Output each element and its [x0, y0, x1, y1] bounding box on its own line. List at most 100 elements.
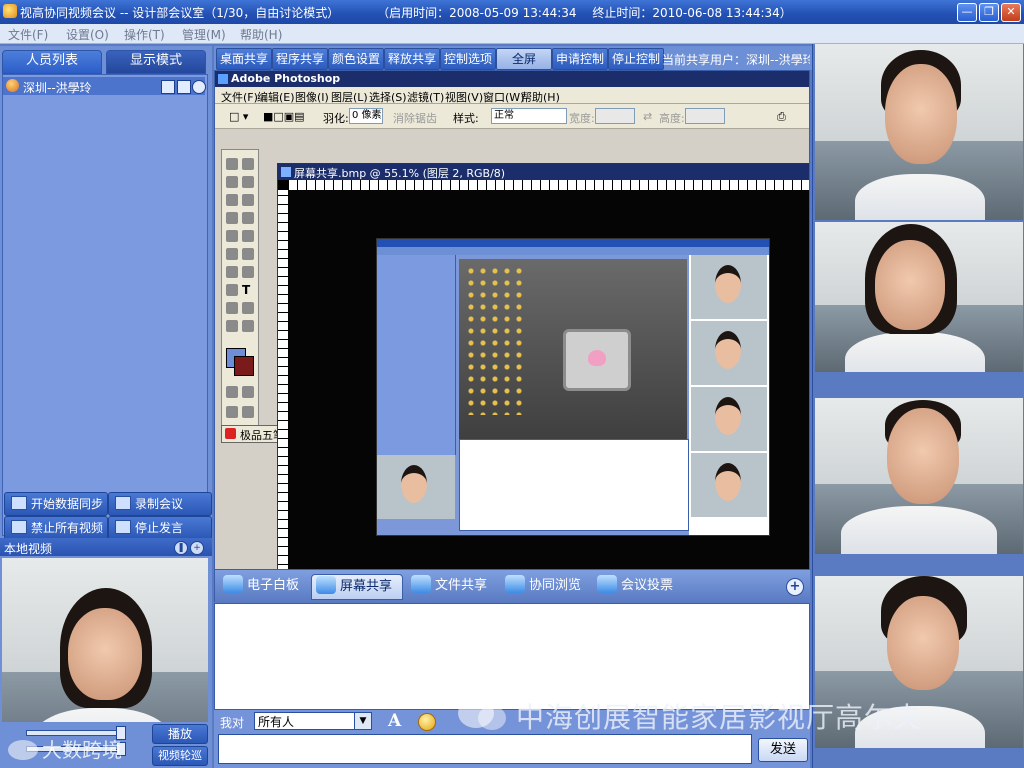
- heal-tool-icon[interactable]: [226, 212, 238, 224]
- blur-tool-icon[interactable]: [226, 266, 238, 278]
- ps-menu-item[interactable]: 选择(S): [369, 89, 407, 105]
- recipient-select[interactable]: 所有人 ▼: [254, 712, 372, 730]
- document-window[interactable]: 屏幕共享.bmp @ 55.1% (图层 2, RGB/8): [277, 163, 809, 569]
- marquee-icon[interactable]: □ ▾: [229, 110, 248, 123]
- control-options-button[interactable]: 控制选项: [440, 48, 496, 70]
- pen-tool-icon[interactable]: [226, 302, 238, 314]
- menu-settings[interactable]: 设置(O): [66, 26, 109, 43]
- shape-tool-icon[interactable]: [242, 302, 254, 314]
- send-button[interactable]: 发送: [758, 738, 808, 762]
- ps-menu-item[interactable]: 图像(I): [295, 89, 329, 105]
- style-select[interactable]: 正常: [491, 108, 567, 124]
- add-tab-icon[interactable]: +: [786, 578, 804, 596]
- local-video-label: 本地视频: [4, 542, 53, 556]
- selection-mode-icons[interactable]: ■□▣▤: [263, 110, 305, 123]
- brush-tool-icon[interactable]: [242, 212, 254, 224]
- fullscreen-mode-icon[interactable]: [242, 406, 254, 418]
- start-data-sync-button[interactable]: 开始数据同步: [4, 492, 108, 516]
- stop-speaking-button[interactable]: 停止发言: [108, 516, 212, 540]
- screen-icon[interactable]: [161, 80, 175, 94]
- message-input[interactable]: [218, 734, 752, 764]
- ps-menu-item[interactable]: 窗口(W): [483, 89, 524, 105]
- minimize-icon[interactable]: —: [957, 3, 977, 22]
- menu-file[interactable]: 文件(F): [8, 26, 48, 43]
- ps-menu-item[interactable]: 视图(V): [445, 89, 483, 105]
- path-select-tool-icon[interactable]: [226, 284, 238, 296]
- slice-tool-icon[interactable]: [242, 194, 254, 206]
- standard-mode-icon[interactable]: [242, 386, 254, 398]
- sync-icon: [11, 496, 27, 510]
- background-color-swatch[interactable]: [234, 356, 254, 376]
- restore-icon[interactable]: ❐: [979, 3, 999, 22]
- font-icon[interactable]: A: [388, 711, 401, 731]
- list-item[interactable]: 深圳--洪學玲: [3, 77, 206, 95]
- tab-file-share[interactable]: 文件共享: [407, 574, 497, 598]
- request-control-button[interactable]: 申请控制: [552, 48, 608, 70]
- tab-vote[interactable]: 会议投票: [593, 574, 683, 598]
- microphone-icon[interactable]: [177, 80, 191, 94]
- move-tool-icon[interactable]: [242, 158, 254, 170]
- menu-manage[interactable]: 管理(M): [182, 26, 226, 43]
- ps-menu-item[interactable]: 编辑(E): [257, 89, 295, 105]
- tab-cobrowse[interactable]: 协同浏览: [501, 574, 591, 598]
- style-label: 样式:: [453, 112, 479, 125]
- lasso-tool-icon[interactable]: [226, 176, 238, 188]
- print-icon[interactable]: ⎙: [777, 110, 786, 124]
- close-icon[interactable]: ✕: [1001, 3, 1021, 22]
- menu-help[interactable]: 帮助(H): [240, 26, 282, 43]
- share-toolbar: 桌面共享 程序共享 颜色设置 释放共享 控制选项 全屏 申请控制 停止控制 当前…: [214, 46, 812, 70]
- document-canvas[interactable]: [288, 190, 809, 569]
- zoom-tool-icon[interactable]: [242, 320, 254, 332]
- ps-menu-item[interactable]: 图层(L): [331, 89, 368, 105]
- play-button[interactable]: 播放: [152, 724, 208, 744]
- width-input[interactable]: [595, 108, 635, 124]
- app-logo-icon: [3, 4, 17, 18]
- feather-input[interactable]: 0 像素: [349, 108, 383, 124]
- ps-menu-item[interactable]: 文件(F): [221, 89, 258, 105]
- antialias-checkbox[interactable]: 消除锯齿: [393, 110, 437, 126]
- fullscreen-button[interactable]: 全屏: [496, 48, 552, 70]
- expand-icon[interactable]: +: [190, 541, 204, 555]
- hand-tool-icon[interactable]: [226, 320, 238, 332]
- tab-whiteboard[interactable]: 电子白板: [219, 574, 309, 598]
- member-list: 深圳--洪學玲: [2, 74, 208, 536]
- height-input[interactable]: [685, 108, 725, 124]
- history-brush-tool-icon[interactable]: [242, 230, 254, 242]
- release-share-button[interactable]: 释放共享: [384, 48, 440, 70]
- record-meeting-button[interactable]: 录制会议: [108, 492, 212, 516]
- stop-control-button[interactable]: 停止控制: [608, 48, 664, 70]
- gradient-tool-icon[interactable]: [242, 248, 254, 260]
- emoji-icon[interactable]: [418, 713, 436, 731]
- tab-display-mode[interactable]: 显示模式: [106, 50, 206, 74]
- width-label: 宽度:: [569, 112, 595, 125]
- photoshop-icon: [218, 74, 228, 84]
- crop-tool-icon[interactable]: [226, 194, 238, 206]
- shared-screen-view[interactable]: Adobe Photoshop 文件(F) 编辑(E) 图像(I) 图层(L) …: [214, 70, 810, 570]
- menu-operate[interactable]: 操作(T): [124, 26, 165, 43]
- marquee-tool-icon[interactable]: [226, 158, 238, 170]
- disable-all-video-button[interactable]: 禁止所有视频: [4, 516, 108, 540]
- eraser-tool-icon[interactable]: [226, 248, 238, 260]
- color-settings-button[interactable]: 颜色设置: [328, 48, 384, 70]
- ime-logo-icon: [225, 428, 236, 439]
- swap-icon[interactable]: ⇄: [643, 110, 652, 123]
- pause-icon[interactable]: ❚: [174, 541, 188, 555]
- tab-screen-share[interactable]: 屏幕共享: [311, 574, 403, 600]
- whiteboard-icon: [223, 575, 243, 593]
- type-tool-icon[interactable]: T: [242, 284, 254, 296]
- desktop-share-button[interactable]: 桌面共享: [216, 48, 272, 70]
- camera-icon[interactable]: [192, 80, 206, 94]
- local-video-header: 本地视频 ❚ +: [0, 538, 212, 556]
- magic-wand-tool-icon[interactable]: [242, 176, 254, 188]
- photoshop-menu-bar: 文件(F) 编辑(E) 图像(I) 图层(L) 选择(S) 滤镜(T) 视图(V…: [215, 87, 809, 105]
- tab-member-list[interactable]: 人员列表: [2, 50, 102, 74]
- quick-mask-icon[interactable]: [226, 386, 238, 398]
- ps-menu-item[interactable]: 滤镜(T): [407, 89, 444, 105]
- screen-mode-icon[interactable]: [226, 406, 238, 418]
- ps-menu-item[interactable]: 帮助(H): [521, 89, 560, 105]
- video-poll-button[interactable]: 视频轮巡: [152, 746, 208, 766]
- program-share-button[interactable]: 程序共享: [272, 48, 328, 70]
- watermark-left: 大数跨境: [8, 734, 122, 763]
- dodge-tool-icon[interactable]: [242, 266, 254, 278]
- stamp-tool-icon[interactable]: [226, 230, 238, 242]
